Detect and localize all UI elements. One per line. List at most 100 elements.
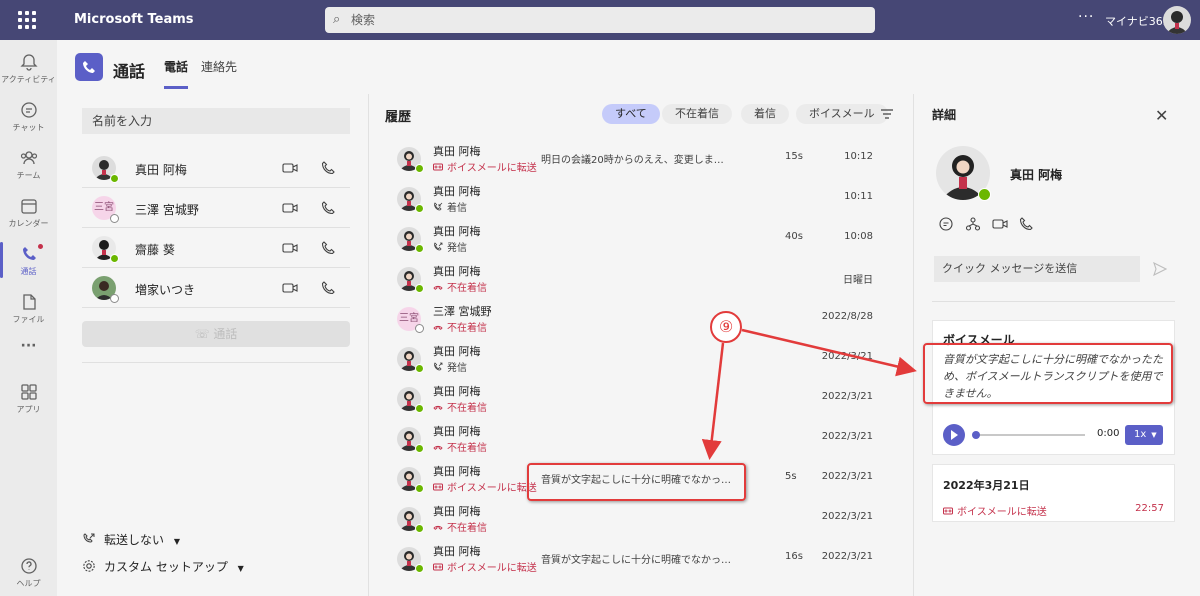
rail-item-files[interactable]: ファイル: [0, 284, 57, 332]
tab-phone[interactable]: 電話: [164, 58, 189, 89]
call-forward-icon: [83, 533, 95, 543]
filter-incoming[interactable]: 着信: [741, 104, 789, 124]
presence-available-icon: [415, 164, 424, 173]
history-row[interactable]: 真田 阿梅 発信 40s 10:08: [389, 219, 899, 259]
contact-name: 真田 阿梅: [1010, 168, 1063, 182]
contact-item[interactable]: 三宮 三澤 宮城野: [82, 188, 350, 228]
audio-call-icon[interactable]: [320, 280, 336, 296]
presence-offline-icon: [415, 324, 424, 333]
filter-icon[interactable]: [881, 109, 893, 119]
presence-available-icon: [415, 204, 424, 213]
contact-item[interactable]: 増家いつき: [82, 268, 350, 308]
caller-name: 真田 阿梅: [433, 225, 481, 238]
name-input[interactable]: 名前を入力: [82, 108, 350, 134]
history-row[interactable]: 真田 阿梅 着信 10:11: [389, 179, 899, 219]
voicemail-icon: [433, 163, 443, 171]
history-row[interactable]: 真田 阿梅 発信 2022/3/21: [389, 339, 899, 379]
custom-setup-setting[interactable]: カスタム セットアップ ▼: [82, 558, 244, 575]
app-rail: アクティビティ チャット チーム カレンダー 通話 ファイル ··· アプリ ヘ…: [0, 40, 57, 596]
history-row[interactable]: 真田 阿梅 不在着信 2022/3/21: [389, 379, 899, 419]
play-button[interactable]: [943, 424, 965, 446]
rail-item-chat[interactable]: チャット: [0, 92, 57, 140]
call-time: 10:11: [844, 191, 873, 202]
presence-offline-icon: [110, 214, 119, 223]
history-row[interactable]: 真田 阿梅 不在着信 2022/3/21: [389, 419, 899, 459]
contact-item[interactable]: 齋藤 葵: [82, 228, 350, 268]
history-row[interactable]: 真田 阿梅 不在着信 日曜日: [389, 259, 899, 299]
video-call-icon[interactable]: [282, 280, 298, 296]
call-time: 2022/3/21: [821, 551, 873, 562]
history-row[interactable]: 真田 阿梅 ボイスメールに転送 音質が文字起こしに十分に明確でなかったた... 16s…: [389, 539, 899, 579]
audio-call-icon[interactable]: [1018, 216, 1034, 232]
search-icon: ⌕: [333, 12, 341, 27]
forwarding-setting[interactable]: 転送しない ▼: [82, 531, 180, 548]
presence-available-icon: [415, 564, 424, 573]
app-name: Microsoft Teams: [74, 12, 194, 27]
filter-all[interactable]: すべて: [602, 104, 660, 124]
call-status: 不在着信: [433, 519, 487, 534]
contact-item[interactable]: 真田 阿梅: [82, 148, 350, 188]
caller-name: 真田 阿梅: [433, 545, 481, 558]
filter-missed[interactable]: 不在着信: [662, 104, 732, 124]
call-status: 不在着信: [433, 279, 487, 294]
playback-time: 0:00: [1097, 428, 1120, 439]
playback-speed-button[interactable]: 1x ▼: [1125, 425, 1163, 445]
calendar-icon: [20, 199, 37, 214]
rail-item-teams[interactable]: チーム: [0, 140, 57, 188]
rail-item-help[interactable]: ヘルプ: [0, 548, 57, 596]
caller-name: 真田 阿梅: [433, 465, 481, 478]
org-chart-icon[interactable]: [965, 216, 981, 232]
history-row[interactable]: 真田 阿梅 ボイスメールに転送 明日の会議20時からのええ、変更しまし... 15s 1…: [389, 139, 899, 179]
missed-call-icon: [433, 325, 443, 330]
presence-available-icon: [978, 188, 991, 201]
call-button[interactable]: ☏ 通話: [82, 321, 350, 347]
close-icon[interactable]: ✕: [1155, 106, 1168, 125]
audio-call-icon[interactable]: [320, 160, 336, 176]
chat-icon[interactable]: [938, 216, 954, 232]
call-time: 2022/3/21: [821, 471, 873, 482]
call-status: ボイスメールに転送: [433, 479, 537, 494]
history-row[interactable]: 三宮 三澤 宮城野 不在着信 2022/8/28: [389, 299, 899, 339]
presence-available-icon: [110, 254, 119, 263]
entry-date: 2022年3月21日: [943, 479, 1030, 492]
outgoing-call-icon: [434, 362, 443, 371]
presence-offline-icon: [110, 294, 119, 303]
outgoing-call-icon: [434, 242, 443, 251]
quick-message-input[interactable]: クイック メッセージを送信: [934, 256, 1140, 282]
rail-item-calendar[interactable]: カレンダー: [0, 188, 57, 236]
notification-dot: [38, 244, 43, 249]
video-call-icon[interactable]: [992, 216, 1008, 232]
audio-call-icon[interactable]: [320, 240, 336, 256]
rail-item-more[interactable]: ···: [0, 332, 57, 380]
call-time: 10:08: [844, 231, 873, 242]
caller-name: 真田 阿梅: [433, 265, 481, 278]
rail-item-calls[interactable]: 通話: [0, 236, 57, 284]
video-call-icon[interactable]: [282, 240, 298, 256]
apps-icon: [20, 384, 37, 400]
presence-available-icon: [415, 524, 424, 533]
rail-item-apps[interactable]: アプリ: [0, 374, 57, 422]
history-row[interactable]: 真田 阿梅 不在着信 2022/3/21: [389, 499, 899, 539]
filter-voicemail[interactable]: ボイスメール: [796, 104, 888, 124]
missed-call-icon: [433, 525, 443, 530]
video-call-icon[interactable]: [282, 200, 298, 216]
app-launcher-icon[interactable]: [18, 11, 36, 29]
call-status: 不在着信: [433, 319, 487, 334]
playback-slider[interactable]: [972, 431, 1085, 439]
audio-call-icon[interactable]: [320, 200, 336, 216]
caller-name: 真田 阿梅: [433, 145, 481, 158]
rail-item-activity[interactable]: アクティビティ: [0, 44, 57, 92]
call-time: 日曜日: [843, 275, 873, 286]
caller-name: 真田 阿梅: [433, 345, 481, 358]
tenant-name[interactable]: マイナビ365: [1105, 13, 1170, 29]
file-icon: [22, 294, 36, 310]
send-icon[interactable]: [1153, 262, 1167, 276]
search-input[interactable]: ⌕ 検索: [325, 7, 875, 33]
call-status: 発信: [433, 239, 467, 254]
video-call-icon[interactable]: [282, 160, 298, 176]
chevron-down-icon: ▼: [173, 537, 180, 546]
chevron-down-icon: ▼: [237, 564, 244, 573]
more-options-button[interactable]: ···: [1078, 9, 1094, 25]
tab-contacts[interactable]: 連絡先: [201, 58, 237, 75]
avatar[interactable]: [1163, 6, 1191, 34]
